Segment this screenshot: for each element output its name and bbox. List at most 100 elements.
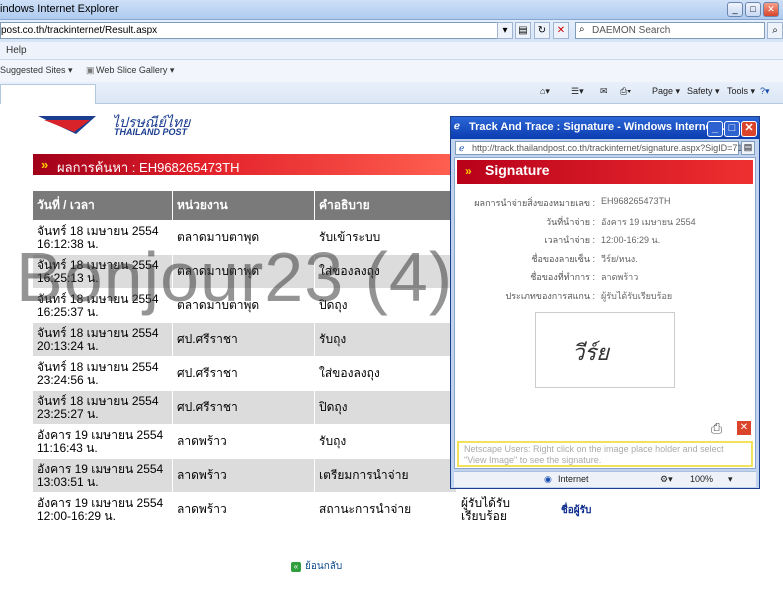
netscape-note-text: Netscape Users: Right click on the image… [464, 444, 724, 465]
popup-url: http://track.thailandpost.co.th/trackint… [472, 143, 753, 153]
tab-current[interactable] [0, 84, 96, 104]
cell-date: อังคาร 19 เมษายน 2554 [37, 461, 164, 476]
page-menu[interactable]: Page ▾ [652, 86, 680, 97]
back-link[interactable]: « ย้อนกลับ [291, 559, 342, 574]
menu-help[interactable]: Help [6, 45, 27, 56]
cell-office: ลาดพร้าว [172, 458, 315, 493]
popup-close-icon[interactable]: ✕ [741, 121, 757, 137]
home-icon[interactable]: ⌂▾ [540, 86, 550, 97]
col-description: คำอธิบาย [314, 190, 457, 221]
signature-image: วีร์ย [535, 312, 675, 388]
cell-office: ศป.ศรีราชา [172, 390, 315, 425]
back-arrow-icon: « [291, 562, 301, 572]
print-icon[interactable]: ⎙▾ [620, 86, 631, 97]
popup-title: Track And Trace : Signature - Windows In… [469, 121, 728, 133]
print-icon[interactable]: ⎙ [711, 420, 722, 437]
address-input[interactable]: post.co.th/trackinternet/Result.aspx [0, 22, 512, 39]
col-datetime: วันที่ / เวลา [32, 190, 173, 221]
cell-datetime: จันทร์ 18 เมษายน 2554 23:25:27 น. [32, 390, 173, 425]
protected-mode-icon[interactable]: ⚙▾ [660, 474, 673, 485]
cell-description: รับถุง [314, 322, 457, 357]
search-provider-icon: ⌕ [579, 24, 585, 35]
address-dropdown-icon[interactable]: ▾ [497, 22, 513, 39]
maximize-icon[interactable]: □ [745, 2, 761, 17]
help-icon[interactable]: ?▾ [760, 86, 770, 97]
popup-titlebar: ℯ Track And Trace : Signature - Windows … [451, 117, 759, 139]
close-window-icon[interactable]: ✕ [737, 421, 751, 435]
signature-header: » Signature [457, 160, 753, 184]
feeds-icon[interactable]: ☰▾ [571, 86, 584, 97]
result-label: ผลการค้นหา : EH968265473TH [57, 160, 240, 175]
webslice-icon: ▣ [86, 65, 95, 75]
field-label: ชื่อของที่ทำการ : [530, 272, 595, 282]
cell-datetime: จันทร์ 18 เมษายน 2554 23:24:56 น. [32, 356, 173, 391]
close-icon[interactable]: ✕ [763, 2, 779, 17]
webslice-gallery-link[interactable]: Web Slice Gallery ▾ [96, 65, 174, 76]
field-label: ชื่อของลายเซ็น : [531, 253, 595, 264]
field-value: ผู้รับได้รับเรียบร้อย [601, 290, 673, 301]
cell-date: อังคาร 19 เมษายน 2554 [37, 495, 164, 510]
cell-office: ศป.ศรีราชา [172, 322, 315, 357]
cell-description: สถานะการนำจ่าย [314, 492, 457, 527]
field-label: ผลการนำจ่ายสิ่งของหมายเลข : [474, 198, 595, 208]
cell-datetime: จันทร์ 18 เมษายน 2554 20:13:24 น. [32, 322, 173, 357]
cell-date: จันทร์ 18 เมษายน 2554 [37, 359, 159, 374]
zoom-dropdown-icon[interactable]: ▾ [728, 474, 733, 485]
popup-page-status-icon[interactable]: ▤ [741, 141, 755, 155]
cell-status: ผู้รับได้รับเรียบร้อย [456, 492, 557, 527]
cell-datetime: อังคาร 19 เมษายน 2554 12:00-16:29 น. [32, 492, 173, 527]
field-value: อังคาร 19 เมษายน 2554 [601, 216, 696, 227]
popup-content: » Signature ผลการนำจ่ายสิ่งของหมายเลข : E… [454, 157, 756, 469]
cell-office: ลาดพร้าว [172, 492, 315, 527]
cell-description: เตรียมการนำจ่าย [314, 458, 457, 493]
back-label: ย้อนกลับ [305, 561, 343, 572]
cell-date: จันทร์ 18 เมษายน 2554 [37, 223, 159, 238]
field-value: EH968265473TH [601, 196, 671, 206]
minimize-icon[interactable]: _ [727, 2, 743, 17]
search-input[interactable]: ⌕ DAEMON Search [575, 22, 765, 39]
suggested-sites-link[interactable]: Suggested Sites ▾ [0, 65, 73, 76]
compat-view-icon[interactable]: ▤ [515, 22, 531, 39]
mail-icon[interactable]: ✉ [600, 86, 608, 97]
signature-scribble: วีร์ย [572, 341, 610, 366]
popup-maximize-icon[interactable]: □ [724, 121, 740, 137]
field-label: ประเภทของการสแกน : [505, 290, 595, 301]
result-banner: » ผลการค้นหา : EH968265473TH [33, 154, 455, 175]
cell-office: ลาดพร้าว [172, 424, 315, 459]
refresh-icon[interactable]: ↻ [534, 22, 550, 39]
cell-description: ใส่ของลงถุง [314, 356, 457, 391]
menu-bar: Help [0, 42, 783, 60]
cell-date: จันทร์ 18 เมษายน 2554 [37, 393, 159, 408]
tools-menu[interactable]: Tools ▾ [727, 86, 755, 97]
col-office: หน่วยงาน [172, 190, 315, 221]
cell-time: 11:16:43 น. [37, 440, 98, 455]
logo-en-text: THAILAND POST [114, 127, 187, 137]
popup-address-input[interactable]: ℯ http://track.thailandpost.co.th/tracki… [455, 141, 752, 155]
window-titlebar: indows Internet Explorer _ □ ✕ [0, 0, 783, 20]
chevron-right-icon: » [41, 157, 49, 172]
chevron-right-icon: » [465, 164, 472, 178]
address-url: post.co.th/trackinternet/Result.aspx [1, 25, 158, 36]
cell-office: ศป.ศรีราชา [172, 356, 315, 391]
signature-heading: Signature [485, 162, 550, 178]
search-go-icon[interactable]: ⌕ [767, 22, 783, 39]
popup-statusbar: ◉ Internet ⚙▾ 100% ▾ [454, 471, 756, 487]
field-label: เวลานำจ่าย : [544, 235, 595, 245]
table-row: อังคาร 19 เมษายน 2554 12:00-16:29 น. ลาดพร… [32, 492, 599, 527]
favorites-bar: Suggested Sites ▾ ▣ Web Slice Gallery ▾ [0, 60, 783, 82]
signature-popup-window: ℯ Track And Trace : Signature - Windows … [450, 116, 760, 489]
safety-menu[interactable]: Safety ▾ [687, 86, 720, 97]
signature-link[interactable]: ชื่อผู้รับ [561, 505, 591, 516]
cell-datetime: อังคาร 19 เมษายน 2554 13:03:51 น. [32, 458, 173, 493]
popup-minimize-icon[interactable]: _ [707, 121, 723, 137]
zoom-level[interactable]: 100% [690, 474, 713, 484]
stop-icon[interactable]: ✕ [553, 22, 569, 39]
cell-time: 23:25:27 น. [37, 406, 99, 421]
cell-signature-link[interactable]: ชื่อผู้รับ [556, 492, 599, 527]
window-title: indows Internet Explorer [0, 3, 119, 15]
ie-logo-icon: ℯ [454, 121, 460, 132]
netscape-note: Netscape Users: Right click on the image… [457, 441, 753, 467]
cell-time: 12:00-16:29 น. [37, 508, 116, 523]
cell-description: รับถุง [314, 424, 457, 459]
cell-time: 20:13:24 น. [37, 338, 99, 353]
